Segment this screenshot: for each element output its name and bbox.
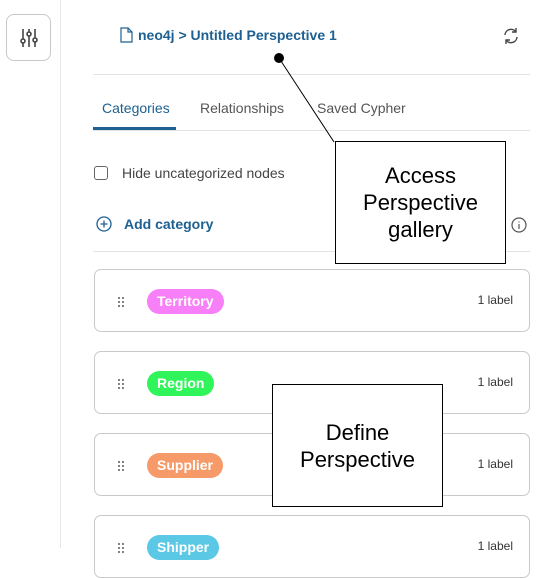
category-card[interactable]: Shipper 1 label: [94, 515, 530, 578]
sliders-icon: [19, 28, 38, 47]
divider: [93, 130, 530, 131]
add-category-button[interactable]: Add category: [96, 216, 213, 232]
sidebar: [0, 0, 61, 548]
drag-handle-icon[interactable]: [117, 296, 125, 307]
refresh-icon[interactable]: [502, 27, 520, 45]
perspective-settings-button[interactable]: [6, 14, 51, 61]
tab-categories[interactable]: Categories: [102, 100, 170, 116]
category-card[interactable]: Territory 1 label: [94, 269, 530, 332]
category-badge: Supplier: [147, 453, 224, 478]
callout-dot: [274, 53, 284, 63]
tab-relationships[interactable]: Relationships: [200, 100, 284, 116]
breadcrumb-text: neo4j > Untitled Perspective 1: [138, 27, 337, 43]
add-category-label: Add category: [124, 216, 214, 232]
hide-uncategorized-label: Hide uncategorized nodes: [122, 165, 285, 181]
category-badge: Territory: [147, 289, 224, 314]
info-icon[interactable]: [511, 217, 527, 233]
label-count: 1 label: [477, 293, 513, 307]
hide-uncategorized-checkbox[interactable]: [94, 166, 108, 180]
category-badge: Region: [147, 371, 215, 396]
label-count: 1 label: [477, 539, 513, 553]
annotation-text: Access Perspective gallery: [363, 163, 478, 242]
drag-handle-icon[interactable]: [117, 378, 125, 389]
file-icon: [120, 27, 133, 43]
annotation-gallery: Access Perspective gallery: [335, 141, 506, 264]
divider: [93, 74, 530, 75]
annotation-text: Define Perspective: [300, 419, 415, 472]
annotation-define: Define Perspective: [272, 384, 443, 507]
label-count: 1 label: [477, 457, 513, 471]
breadcrumb[interactable]: neo4j > Untitled Perspective 1: [120, 27, 337, 43]
tab-saved-cypher[interactable]: Saved Cypher: [317, 100, 406, 116]
label-count: 1 label: [477, 375, 513, 389]
plus-circle-icon: [96, 216, 112, 232]
drag-handle-icon[interactable]: [117, 460, 125, 471]
